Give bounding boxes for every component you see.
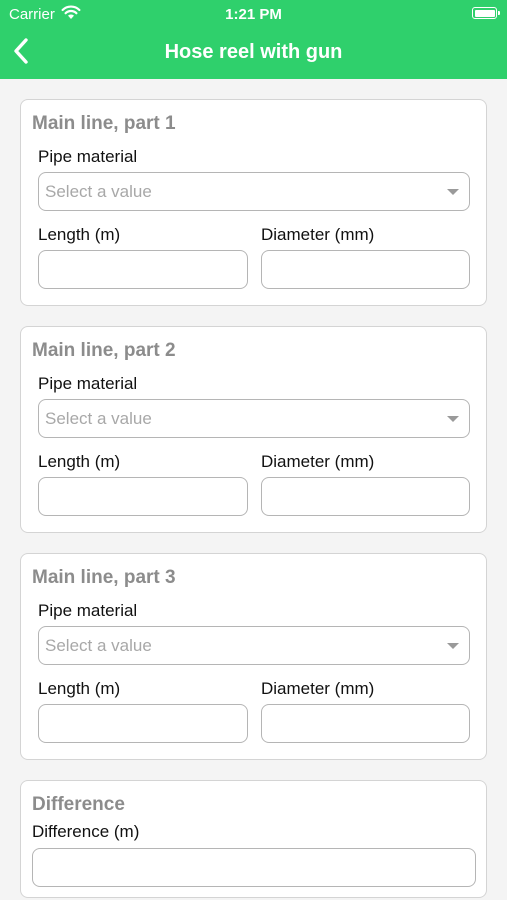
pipe-material-placeholder: Select a value [45,182,152,201]
pipe-material-select[interactable]: Select a value [38,172,470,211]
section-main-line-2: Main line, part 2 Pipe material Select a… [20,326,487,533]
dropdown-caret-icon [447,643,459,649]
length-label: Length (m) [38,225,121,244]
section-title: Main line, part 1 [32,113,176,134]
diameter-input[interactable] [261,704,470,743]
clock: 1:21 PM [225,6,282,23]
pipe-material-label: Pipe material [38,601,138,620]
dropdown-caret-icon [447,416,459,422]
pipe-material-label: Pipe material [38,147,138,166]
pipe-material-select[interactable]: Select a value [38,626,470,665]
diameter-label: Diameter (mm) [261,225,375,244]
diameter-input[interactable] [261,250,470,289]
difference-input[interactable] [32,848,476,887]
dropdown-caret-icon [447,189,459,195]
pipe-material-placeholder: Select a value [45,636,152,655]
section-title: Main line, part 2 [32,340,176,361]
difference-label: Difference (m) [32,822,140,841]
pipe-material-placeholder: Select a value [45,409,152,428]
section-title: Difference [32,794,125,815]
diameter-input[interactable] [261,477,470,516]
section-title: Main line, part 3 [32,567,176,588]
length-input[interactable] [38,250,248,289]
section-main-line-1: Main line, part 1 Pipe material Select a… [20,99,487,306]
length-input[interactable] [38,477,248,516]
length-label: Length (m) [38,452,121,471]
battery-icon [472,7,500,19]
status-bar: Carrier 1:21 PM [0,0,507,28]
pipe-material-label: Pipe material [38,374,138,393]
section-main-line-3: Main line, part 3 Pipe material Select a… [20,553,487,760]
pipe-material-select[interactable]: Select a value [38,399,470,438]
diameter-label: Diameter (mm) [261,679,375,698]
nav-header: Carrier 1:21 PM Hose reel with gun [0,0,507,79]
length-input[interactable] [38,704,248,743]
page-title: Hose reel with gun [164,41,343,63]
diameter-label: Diameter (mm) [261,452,375,471]
section-difference: Difference Difference (m) [20,780,487,898]
length-label: Length (m) [38,679,121,698]
